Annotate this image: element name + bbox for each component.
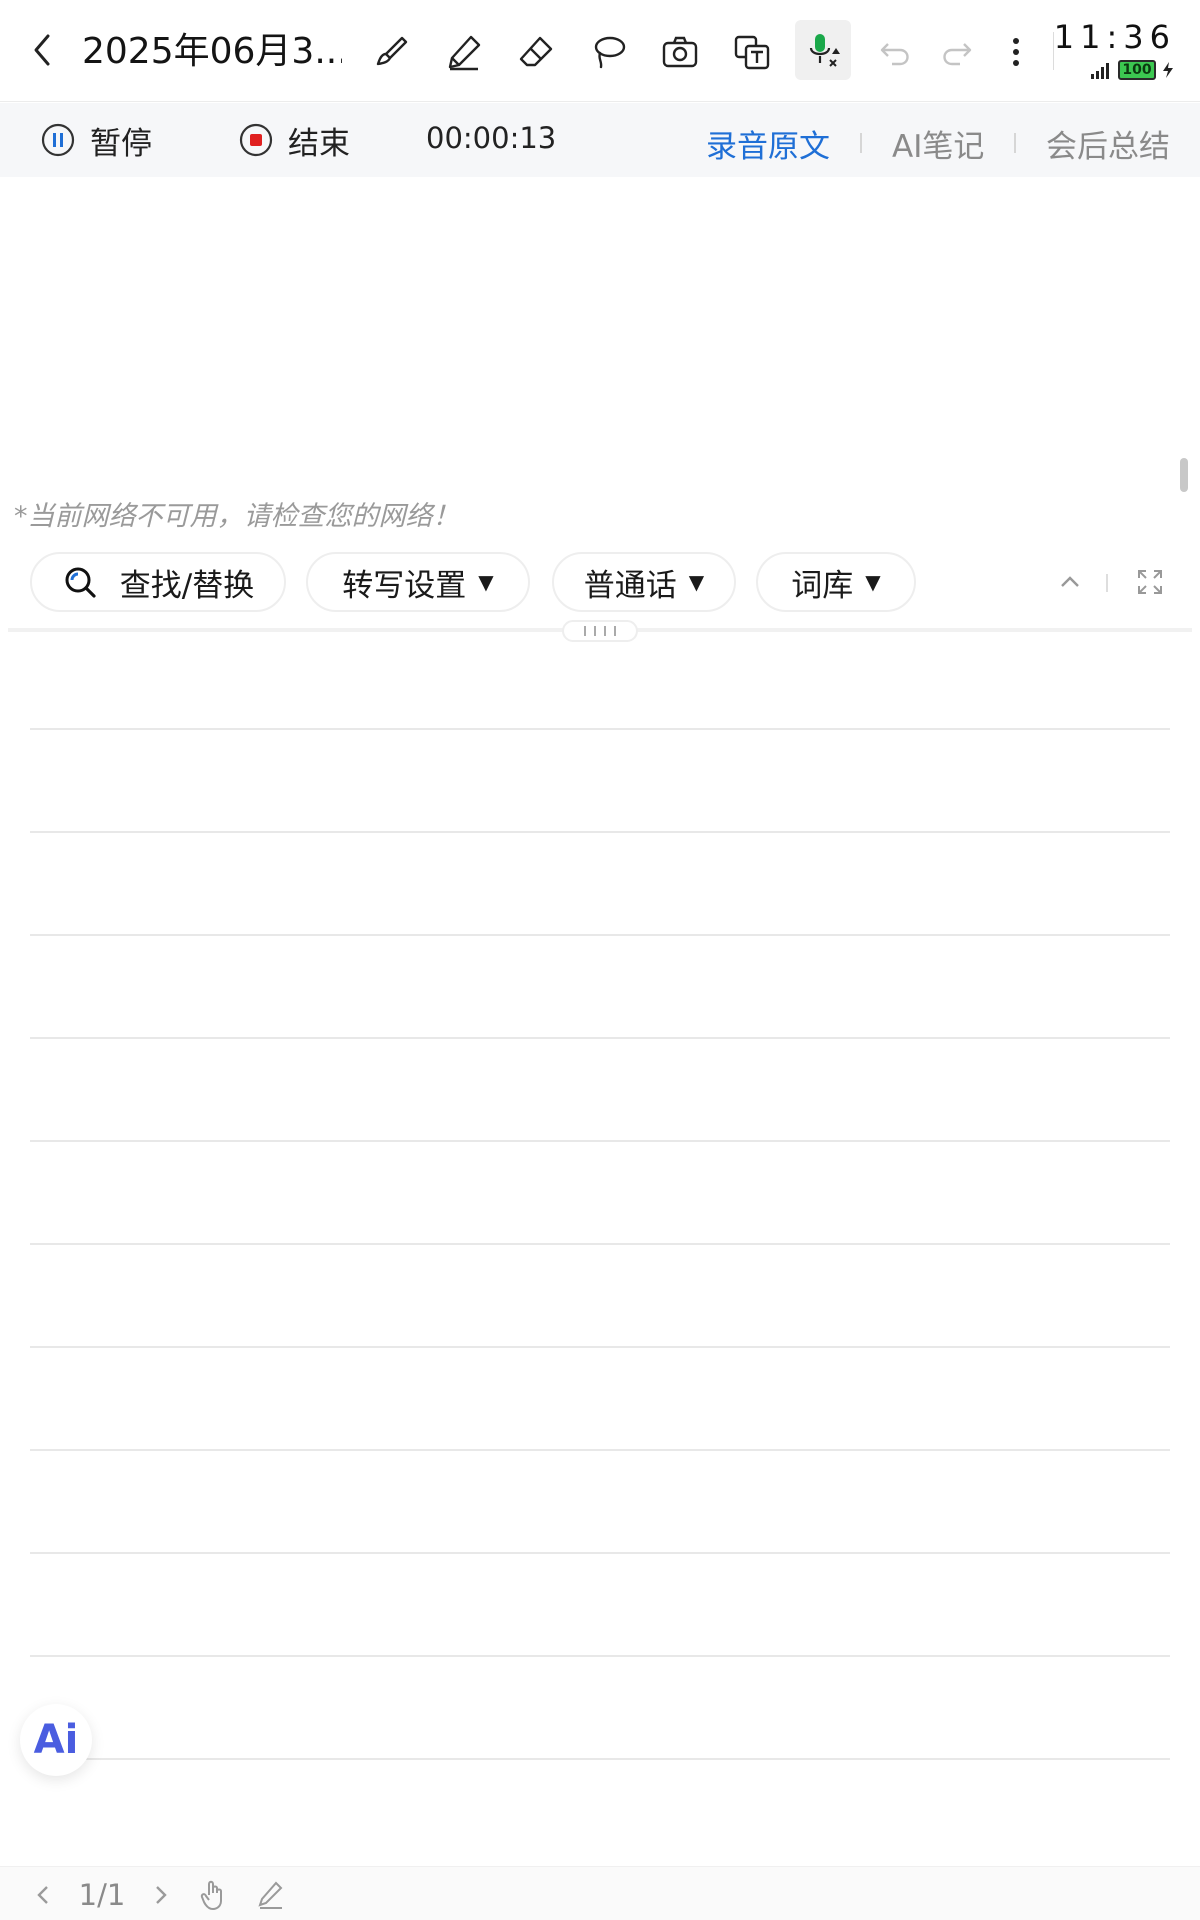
network-warning: *当前网络不可用，请检查您的网络！ — [14, 501, 460, 532]
tab-ai-notes[interactable]: AI笔记 — [892, 121, 984, 166]
back-icon — [34, 34, 50, 66]
note-rule-line — [30, 1655, 1170, 1657]
note-rule-line — [30, 831, 1170, 833]
fullscreen-button[interactable] — [1130, 562, 1170, 602]
pen-icon — [258, 1881, 283, 1909]
search-icon — [65, 567, 96, 598]
grip-icon — [604, 626, 606, 636]
note-rule-line — [30, 1037, 1170, 1039]
back-button[interactable] — [20, 26, 64, 74]
pause-icon — [41, 123, 75, 157]
hand-mode-button[interactable] — [196, 1875, 232, 1915]
note-rule-line — [30, 1449, 1170, 1451]
undo-icon — [880, 43, 909, 66]
language-dropdown[interactable]: 普通话 ▼ — [552, 552, 736, 612]
redo-icon — [943, 43, 972, 66]
dropdown-caret-icon: ▼ — [688, 570, 705, 594]
find-replace-button[interactable]: 查找/替换 — [30, 552, 286, 612]
dropdown-caret-icon: ▼ — [865, 570, 881, 594]
grip-icon — [584, 626, 586, 636]
grip-icon — [594, 626, 596, 636]
hand-icon — [200, 1880, 222, 1911]
note-rule-line — [30, 1346, 1170, 1348]
tab-divider — [860, 133, 862, 153]
stop-button[interactable]: 结束 — [238, 117, 350, 163]
translate-icon — [734, 35, 770, 70]
page-indicator: 1/1 — [78, 1878, 126, 1912]
mic-icon — [809, 34, 840, 67]
redo-button[interactable] — [930, 26, 982, 78]
top-toolbar: 2025年06月3... 11:36 100 — [0, 0, 1200, 102]
bottom-bar: 1/1 — [0, 1866, 1200, 1920]
status-bar: 11:36 100 — [1054, 18, 1190, 88]
note-rule-line — [30, 1243, 1170, 1245]
lexicon-dropdown[interactable]: 词库 ▼ — [756, 552, 916, 612]
camera-button[interactable] — [654, 26, 706, 78]
pause-button[interactable]: 暂停 — [40, 117, 152, 163]
pause-label: 暂停 — [90, 125, 152, 162]
transcribe-settings-label: 转写设置 — [342, 567, 467, 604]
note-rule-line — [30, 728, 1170, 730]
eraser-tool-button[interactable] — [510, 26, 562, 78]
stop-record-icon — [239, 123, 273, 157]
camera-icon — [662, 36, 698, 68]
pencil-icon — [448, 35, 481, 71]
note-rule-line — [30, 1758, 1170, 1760]
recording-bar: 暂停 结束 00:00:13 录音原文 AI笔记 会后总结 — [0, 103, 1200, 177]
pen-mode-button[interactable] — [252, 1875, 288, 1915]
note-recording-screen: 2025年06月3... 11:36 100 暂停 结束 00:00:13 录音… — [0, 0, 1200, 1920]
control-divider — [1106, 574, 1108, 592]
collapse-panel-button[interactable] — [1050, 562, 1090, 602]
note-rule-line — [30, 1552, 1170, 1554]
find-replace-label: 查找/替换 — [119, 567, 255, 604]
tab-divider — [1014, 133, 1016, 153]
language-label: 普通话 — [583, 567, 677, 604]
chevron-up-icon — [1061, 576, 1079, 587]
lasso-icon — [594, 36, 626, 69]
tab-transcript[interactable]: 录音原文 — [706, 121, 830, 166]
stop-label: 结束 — [288, 125, 350, 162]
lexicon-label: 词库 — [791, 567, 854, 604]
expand-icon — [1138, 570, 1162, 594]
brush-tool-button[interactable] — [366, 26, 418, 78]
more-icon — [1013, 38, 1019, 66]
recording-timer: 00:00:13 — [426, 121, 557, 155]
document-title[interactable]: 2025年06月3... — [82, 28, 342, 76]
pencil-tool-button[interactable] — [438, 26, 490, 78]
ai-assistant-button[interactable]: Ai — [20, 1704, 92, 1776]
grip-icon — [614, 626, 616, 636]
lasso-tool-button[interactable] — [582, 26, 634, 78]
chevron-left-icon — [37, 1886, 48, 1904]
undo-button[interactable] — [870, 26, 922, 78]
dropdown-caret-icon: ▼ — [478, 570, 494, 594]
more-options-button[interactable] — [990, 26, 1042, 78]
panel-resize-handle[interactable] — [562, 620, 638, 642]
prev-page-button[interactable] — [28, 1875, 58, 1915]
charging-icon — [1163, 62, 1173, 78]
voice-transcribe-button[interactable] — [795, 20, 851, 80]
signal-icon — [1091, 63, 1109, 79]
transcript-scrollbar[interactable] — [1180, 458, 1188, 492]
translate-button[interactable] — [726, 26, 778, 78]
tab-summary[interactable]: 会后总结 — [1046, 121, 1170, 166]
brush-icon — [376, 36, 408, 66]
next-page-button[interactable] — [146, 1875, 176, 1915]
note-rule-line — [30, 934, 1170, 936]
chevron-right-icon — [156, 1886, 167, 1904]
note-rule-line — [30, 1140, 1170, 1142]
transcribe-settings-dropdown[interactable]: 转写设置 ▼ — [306, 552, 530, 612]
status-icons: 100 — [1090, 60, 1176, 80]
status-time: 11:36 — [1053, 18, 1176, 56]
battery-indicator: 100 — [1118, 60, 1156, 80]
eraser-icon — [519, 36, 553, 67]
